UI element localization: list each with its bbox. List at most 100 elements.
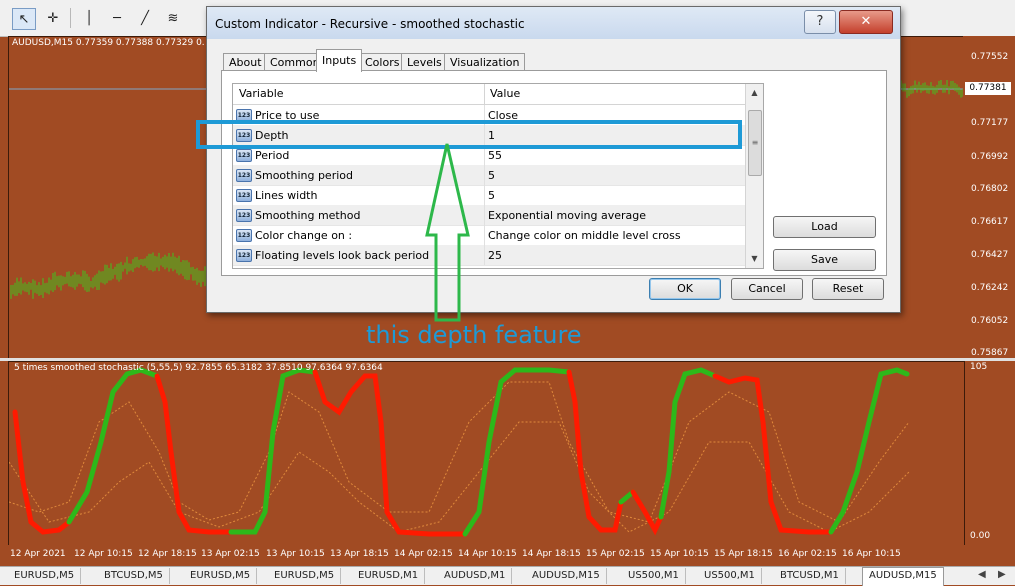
row-divider <box>484 245 485 265</box>
load-button[interactable]: Load <box>773 216 876 238</box>
indicator-title: 5 times smoothed stochastic (5,55,5) 92.… <box>14 363 383 373</box>
ok-button[interactable]: OK <box>649 278 721 300</box>
cursor-tool[interactable]: ↖ <box>12 8 36 30</box>
row-variable: Smoothing method <box>255 209 361 222</box>
integer-param-icon: 123 <box>236 249 252 262</box>
time-label: 16 Apr 10:15 <box>842 549 901 559</box>
indicator-axis-max: 105 <box>970 362 988 372</box>
symbol-tab[interactable]: EURUSD,M5 <box>268 568 342 584</box>
row-variable: Period <box>255 149 290 162</box>
time-label: 15 Apr 02:15 <box>586 549 645 559</box>
stochastic-line-up <box>658 367 718 520</box>
stochastic-line-down <box>630 489 664 536</box>
row-value[interactable]: 5 <box>488 169 495 182</box>
row-value[interactable]: 5 <box>488 189 495 202</box>
custom-indicator-dialog: Custom Indicator - Recursive - smoothed … <box>206 6 901 313</box>
symbol-tab[interactable]: BTCUSD,M5 <box>98 568 170 584</box>
dialog-titlebar[interactable]: Custom Indicator - Recursive - smoothed … <box>207 7 900 39</box>
symbol-tab-active[interactable]: AUDUSD,M15 <box>862 567 944 586</box>
vertical-line-icon: │ <box>85 10 93 26</box>
column-header-variable[interactable]: Variable <box>239 87 284 100</box>
table-row[interactable]: 123 Floating levels look back period 25 <box>233 245 745 266</box>
price-label: 0.76242 <box>971 283 1009 293</box>
stochastic-line-up <box>66 367 160 525</box>
row-divider <box>484 205 485 225</box>
table-row[interactable]: 123 Smoothing method Exponential moving … <box>233 205 745 226</box>
current-price-badge: 0.77381 <box>965 82 1011 95</box>
stochastic-line-down <box>312 369 468 537</box>
price-label: 0.76427 <box>971 250 1009 260</box>
symbol-tabs-bar: EURUSD,M5 BTCUSD,M5 EURUSD,M5 EURUSD,M5 … <box>0 566 1015 586</box>
time-label: 12 Apr 10:15 <box>74 549 133 559</box>
tabs-scroll-right-icon[interactable]: ▶ <box>998 569 1006 580</box>
column-header-value[interactable]: Value <box>490 87 520 100</box>
stochastic-line-up <box>228 367 318 535</box>
time-label: 13 Apr 18:15 <box>330 549 389 559</box>
price-label: 0.76992 <box>971 152 1009 162</box>
symbol-tab[interactable]: US500,M1 <box>698 568 762 584</box>
row-value[interactable]: Change color on middle level cross <box>488 229 681 242</box>
horizontal-line-tool[interactable]: ─ <box>106 8 128 28</box>
help-icon: ? <box>816 14 824 29</box>
table-row[interactable]: 123 Lines width 5 <box>233 185 745 206</box>
integer-param-icon: 123 <box>236 209 252 222</box>
row-value[interactable]: 55 <box>488 149 502 162</box>
time-label: 13 Apr 02:15 <box>201 549 260 559</box>
scroll-thumb[interactable]: ≡ <box>748 110 762 176</box>
inputs-grid: Variable Value 123 Price to use Close 12… <box>232 83 764 269</box>
time-label: 15 Apr 18:15 <box>714 549 773 559</box>
horizontal-line-icon: ─ <box>113 10 121 26</box>
close-icon: ✕ <box>860 14 872 29</box>
table-row[interactable]: 123 Smoothing period 5 <box>233 165 745 186</box>
fibonacci-tool[interactable]: ≋ <box>162 8 184 28</box>
fibonacci-icon: ≋ <box>167 10 179 26</box>
help-button[interactable]: ? <box>804 10 836 34</box>
close-button[interactable]: ✕ <box>839 10 893 34</box>
column-divider[interactable] <box>484 84 485 104</box>
price-label: 0.76802 <box>971 184 1009 194</box>
price-axis: 0.77552 0.77381 0.77177 0.76992 0.76802 … <box>963 36 1015 358</box>
symbol-tab[interactable]: EURUSD,M5 <box>184 568 258 584</box>
symbol-tab[interactable]: EURUSD,M5 <box>8 568 82 584</box>
annotation-text: this depth feature <box>366 321 582 349</box>
main-chart-title: AUDUSD,M15 0.77359 0.77388 0.77329 0. <box>12 38 205 48</box>
row-value[interactable]: Exponential moving average <box>488 209 646 222</box>
grid-header: Variable Value <box>233 84 745 105</box>
stochastic-line-down <box>566 369 624 533</box>
dialog-title: Custom Indicator - Recursive - smoothed … <box>215 17 525 31</box>
time-label: 16 Apr 02:15 <box>778 549 837 559</box>
reset-button[interactable]: Reset <box>812 278 884 300</box>
row-variable: Smoothing period <box>255 169 353 182</box>
row-value[interactable]: 25 <box>488 249 502 262</box>
price-label: 0.77177 <box>971 118 1009 128</box>
symbol-tab[interactable]: AUDUSD,M1 <box>438 568 513 584</box>
price-label: 0.75867 <box>971 348 1009 358</box>
tab-inputs[interactable]: Inputs <box>316 49 363 72</box>
price-label: 0.76052 <box>971 316 1009 326</box>
integer-param-icon: 123 <box>236 149 252 162</box>
table-row[interactable]: 123 Color change on : Change color on mi… <box>233 225 745 246</box>
scroll-down-icon[interactable]: ▼ <box>746 250 763 267</box>
scroll-up-icon[interactable]: ▲ <box>746 84 763 101</box>
price-label: 0.77552 <box>971 52 1009 62</box>
symbol-tab[interactable]: EURUSD,M1 <box>352 568 426 584</box>
cancel-button[interactable]: Cancel <box>731 278 803 300</box>
time-label: 15 Apr 10:15 <box>650 549 709 559</box>
vertical-line-tool[interactable]: │ <box>78 8 100 28</box>
cursor-icon: ↖ <box>18 11 30 27</box>
tabs-scroll-left-icon[interactable]: ◀ <box>978 569 986 580</box>
stochastic-line-down <box>154 373 234 535</box>
symbol-tab[interactable]: BTCUSD,M1 <box>774 568 846 584</box>
row-divider <box>484 165 485 185</box>
grid-scrollbar[interactable]: ▲ ≡ ▼ <box>745 84 763 268</box>
time-label: 14 Apr 10:15 <box>458 549 517 559</box>
symbol-tab[interactable]: AUDUSD,M15 <box>526 568 607 584</box>
crosshair-icon: ✛ <box>47 10 59 26</box>
crosshair-tool[interactable]: ✛ <box>42 8 64 28</box>
save-button[interactable]: Save <box>773 249 876 271</box>
stochastic-line-up <box>462 367 572 537</box>
symbol-tab[interactable]: US500,M1 <box>622 568 686 584</box>
indicator-subwindow[interactable] <box>8 361 965 546</box>
annotation-arrow <box>425 143 470 322</box>
trendline-tool[interactable]: ╱ <box>134 8 156 28</box>
